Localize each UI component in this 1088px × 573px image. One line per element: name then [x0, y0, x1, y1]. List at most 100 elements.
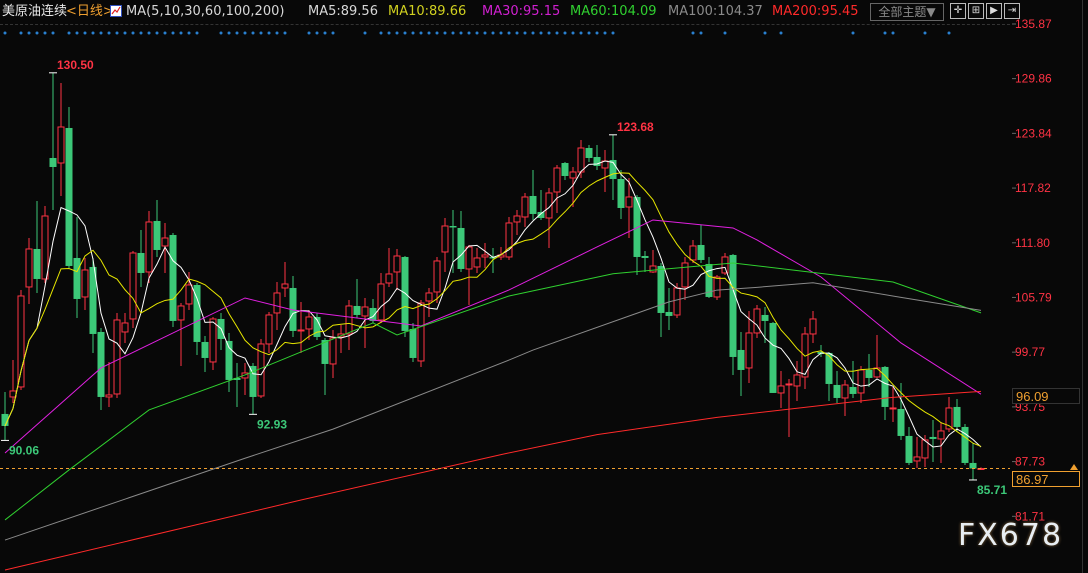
ma200-value: MA200:95.45 [772, 4, 859, 19]
candle-body [825, 352, 833, 384]
candle [737, 331, 745, 396]
candle [729, 253, 737, 375]
candle-body [529, 195, 537, 214]
fx678-watermark: FX678 [958, 518, 1064, 553]
candle [105, 361, 113, 407]
candle [833, 370, 841, 403]
candle-body [577, 147, 585, 173]
y-tick-label: 117.82 [1015, 181, 1051, 195]
candle [785, 378, 793, 437]
candle [49, 72, 57, 210]
interval-icon[interactable]: ⊞ [968, 3, 984, 19]
candle [601, 149, 609, 192]
candle-body [433, 260, 441, 293]
candle [233, 362, 241, 407]
chart-indicator-icon[interactable] [110, 5, 122, 17]
candle [377, 272, 385, 323]
candle-body [809, 318, 817, 335]
candle-body [57, 126, 65, 164]
symbol-name: 美原油连续 [2, 4, 68, 19]
candle-body [665, 311, 673, 316]
play-icon[interactable]: ▶ [986, 3, 1002, 19]
candle-body [521, 196, 529, 218]
signal-dot [539, 31, 543, 35]
ma-params[interactable]: MA(5,10,30,60,100,200) [126, 0, 284, 24]
candle-body [185, 284, 193, 305]
theme-dropdown-button[interactable]: 全部主题▼ [870, 3, 944, 21]
candle-body [49, 157, 57, 167]
candle-body [145, 221, 153, 273]
candle [473, 247, 481, 273]
signal-dot [947, 31, 951, 35]
candle [297, 301, 305, 353]
candle-body [569, 171, 577, 179]
candle-body [81, 269, 89, 298]
candle [113, 312, 121, 398]
candle-body [25, 248, 33, 288]
candle [337, 324, 345, 353]
signal-dot [563, 31, 567, 35]
candle-body [617, 178, 625, 208]
candle [393, 248, 401, 290]
header-divider [0, 24, 1010, 25]
period-label[interactable]: <日线> [66, 0, 114, 24]
high-price-label: 130.50 [57, 58, 94, 72]
candle-body [441, 225, 449, 253]
candle [129, 250, 137, 328]
candle [841, 379, 849, 416]
candle [657, 262, 665, 337]
signal-dot [523, 31, 527, 35]
candle-body [369, 307, 377, 321]
signal-dot [555, 31, 559, 35]
candle [665, 287, 673, 330]
candle [609, 134, 617, 200]
candle-body [929, 436, 937, 439]
candle [641, 250, 649, 272]
candle-body [745, 332, 753, 369]
candle [209, 316, 217, 370]
candle [41, 205, 49, 283]
candle [137, 229, 145, 287]
signal-dot [195, 31, 199, 35]
candle [289, 275, 297, 337]
candle-body [857, 369, 865, 394]
candle [201, 335, 209, 372]
signal-dot [259, 31, 263, 35]
candle [969, 442, 977, 480]
candle [961, 423, 969, 465]
candle [553, 164, 561, 213]
candle [185, 271, 193, 310]
signal-dot [411, 31, 415, 35]
candle-body [273, 292, 281, 314]
signal-dot [603, 31, 607, 35]
y-tick-label: 123.84 [1015, 126, 1052, 140]
signal-dot [323, 31, 327, 35]
candle [769, 321, 777, 393]
candle [33, 200, 41, 293]
goto-end-icon[interactable]: ⇥ [1004, 3, 1020, 19]
candlestick-chart[interactable]: 135.87129.86123.84117.82111.80105.7999.7… [0, 0, 1088, 573]
candle-body [169, 234, 177, 321]
candle [865, 353, 873, 387]
signal-dot [227, 31, 231, 35]
signal-dot [435, 31, 439, 35]
signal-dot [691, 31, 695, 35]
crosshair-icon[interactable]: ✛ [950, 3, 966, 19]
candle-body [865, 369, 873, 378]
candle-body [553, 167, 561, 193]
signal-dot [83, 31, 87, 35]
candle-body [689, 245, 697, 261]
signal-dot [507, 31, 511, 35]
low-price-label: 85.71 [977, 483, 1007, 497]
candle [81, 257, 89, 310]
signal-dot [163, 31, 167, 35]
candle [681, 256, 689, 300]
candle [745, 310, 753, 383]
candle [505, 216, 513, 260]
candle [913, 436, 921, 468]
candle-body [729, 254, 737, 357]
candle [929, 419, 937, 462]
current-price-box: 86.97 [1012, 471, 1080, 487]
candle-body [449, 225, 457, 228]
candle-body [177, 305, 185, 321]
